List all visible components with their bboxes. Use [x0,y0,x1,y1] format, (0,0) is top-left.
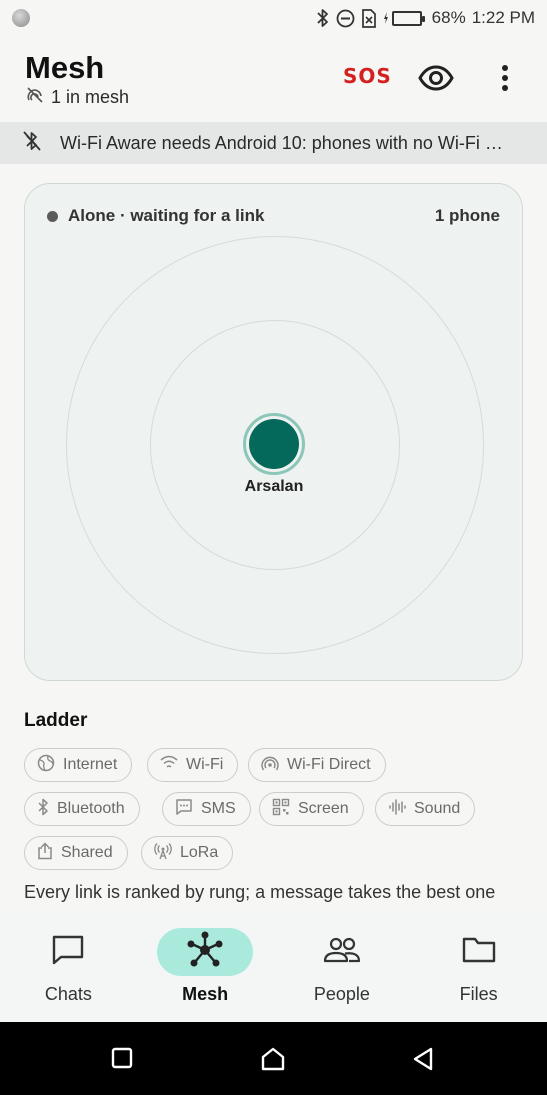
chip-screen[interactable]: Screen [259,792,364,826]
wifi-icon [160,755,178,776]
chat-icon [51,934,85,971]
chip-label: Shared [61,844,113,861]
nav-label: Chats [44,984,92,1004]
link-status-text: Alone · waiting for a link [68,206,265,225]
recents-button[interactable] [110,1046,134,1075]
antenna-icon [154,842,172,865]
battery-percent: 68% [431,8,466,27]
self-node-core [249,419,299,469]
chip-label: Sound [414,800,461,817]
link-status: Alone · waiting for a link [47,206,264,226]
system-navigation-bar [0,1022,547,1095]
chip-label: Wi-Fi Direct [287,756,371,773]
self-node[interactable] [243,413,305,475]
sos-button[interactable]: SOS [343,64,392,88]
people-icon [323,935,361,970]
bluetooth-disabled-icon [22,130,42,157]
nav-label: Files [459,984,498,1004]
notification-dot-icon [12,9,30,27]
ladder-heading: Ladder [24,710,88,731]
chip-shared[interactable]: Shared [24,836,128,870]
chip-label: Bluetooth [57,800,125,817]
nav-label: Mesh [182,984,229,1004]
do-not-disturb-icon [336,9,355,28]
app-bar: Mesh 1 in mesh SOS [0,36,547,122]
wifi-direct-icon [261,754,279,777]
chip-sms[interactable]: SMS [162,792,251,826]
qr-code-icon [272,798,290,821]
bottom-navigation: Chats Mesh People Files [0,910,547,1022]
mesh-count: 1 in mesh [25,86,129,109]
status-dot-icon [47,210,58,222]
nav-files[interactable]: Files [410,910,547,1022]
chip-wifi[interactable]: Wi-Fi [147,748,239,782]
battery-charging-icon [383,10,425,26]
banner-text: Wi-Fi Aware needs Android 10: phones wit… [60,132,503,153]
chip-label: Wi-Fi [186,756,224,773]
folder-icon [462,935,496,970]
chip-label: LoRa [180,844,219,861]
home-button[interactable] [260,1046,286,1077]
nav-label: People [313,984,370,1004]
status-bar: 68% 1:22 PM [0,0,547,36]
ladder-description: Every link is ranked by rung; a message … [24,880,534,910]
share-icon [37,841,53,865]
chip-label: SMS [201,800,236,817]
home-icon [260,1047,286,1076]
nav-mesh[interactable]: Mesh [137,910,274,1022]
back-button[interactable] [411,1046,435,1077]
wifi-aware-banner[interactable]: Wi-Fi Aware needs Android 10: phones wit… [0,122,547,164]
chip-bluetooth[interactable]: Bluetooth [24,792,140,826]
more-options-button[interactable] [500,64,510,97]
chip-label: Screen [298,800,349,817]
globe-icon [37,754,55,777]
back-triangle-icon [411,1047,435,1076]
mesh-count-text: 1 in mesh [51,87,130,107]
square-icon [110,1047,134,1074]
chip-label: Internet [63,756,118,773]
eye-icon [418,65,454,98]
nav-people[interactable]: People [274,910,411,1022]
mesh-radar-card: Alone · waiting for a link 1 phone Arsal… [24,183,523,681]
signal-off-icon [25,86,45,109]
chip-wifi-direct[interactable]: Wi-Fi Direct [248,748,386,782]
visibility-button[interactable] [418,62,454,99]
bluetooth-icon [37,798,49,821]
self-node-label: Arsalan [244,478,304,495]
nav-chats[interactable]: Chats [0,910,137,1022]
chip-sound[interactable]: Sound [375,792,476,826]
chip-lora[interactable]: LoRa [141,836,234,870]
phone-count: 1 phone [434,206,500,225]
no-sim-icon [361,8,377,28]
chip-internet[interactable]: Internet [24,748,133,782]
more-vert-icon [500,65,510,96]
ladder-description-text: Every link is ranked by rung; a message … [24,882,496,902]
sms-icon [175,798,193,821]
page-title: Mesh [25,50,105,85]
sound-wave-icon [388,798,406,821]
clock: 1:22 PM [471,8,535,27]
mesh-icon [185,930,225,975]
bluetooth-icon [316,8,330,28]
